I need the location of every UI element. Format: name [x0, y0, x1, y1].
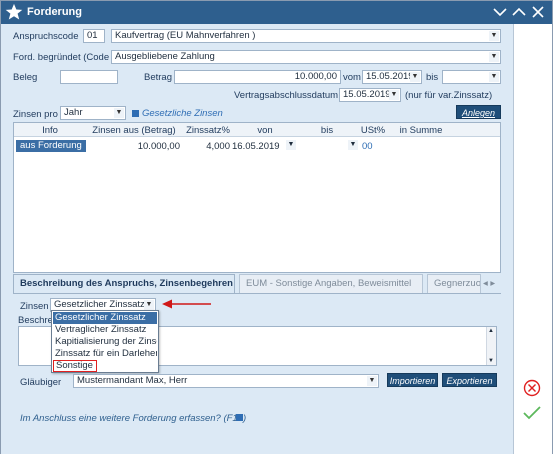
zinsen-label: Zinsen [20, 301, 49, 312]
window-title: Forderung [27, 6, 82, 18]
col-header-ust: USt% [360, 125, 386, 136]
option-vertraglicher-zinssatz[interactable]: Vertraglicher Zinssatz [53, 324, 157, 336]
scrollbar[interactable]: ▲ ▼ [486, 327, 496, 365]
vertragsabschluss-note: (nur für var.Zinssatz) [405, 90, 493, 101]
main-panel: Anspruchscode 01 Kaufvertrag (EU Mahnver… [1, 24, 513, 454]
chevron-down-icon[interactable]: ▼ [114, 108, 124, 118]
chevron-down-icon[interactable]: ▼ [489, 72, 499, 82]
footer-text: Im Anschluss eine weitere Forderung erfa… [20, 413, 247, 424]
arrow-left-icon [162, 299, 211, 309]
beleg-field[interactable] [60, 70, 118, 84]
anspruchscode-code-field[interactable]: 01 [83, 29, 105, 43]
cell-ust[interactable]: 00 [362, 141, 373, 152]
option-zinssatz-darlehen[interactable]: Zinssatz für ein Darlehen [53, 348, 157, 360]
glaeubiger-text: Mustermandant Max, Herr [77, 375, 188, 386]
tab-gegnerzuo[interactable]: Gegnerzuo [427, 274, 481, 293]
importieren-button[interactable]: Importieren [387, 373, 438, 387]
chevron-down-icon[interactable] [493, 5, 507, 19]
option-gesetzlicher-zinssatz[interactable]: Gesetzlicher Zinssatz [53, 312, 157, 324]
vertragsabschluss-date-text: 15.05.2019 [343, 89, 391, 100]
beschreibung-label: Beschrei [18, 315, 55, 326]
betrag-field[interactable]: 10.000,00 [174, 70, 341, 84]
ford-begruendet-text: Ausgebliebene Zahlung [115, 51, 215, 62]
zinsen-pro-text: Jahr [64, 107, 83, 118]
tab-eum[interactable]: EUM - Sonstige Angaben, Beweismittel [239, 274, 423, 293]
ford-begruendet-label: Ford. begründet (Code 2 [13, 52, 118, 63]
zinsen-dropdown-list: Gesetzlicher Zinssatz Vertraglicher Zins… [51, 310, 159, 373]
col-header-summe: in Summe [399, 125, 443, 136]
close-icon[interactable] [531, 5, 545, 19]
zinsen-pro-select[interactable]: Jahr ▼ [60, 106, 126, 120]
cancel-icon[interactable] [523, 379, 541, 397]
gesetzliche-zinsen-label: Gesetzliche Zinsen [142, 108, 223, 119]
title-bar: Forderung [1, 1, 552, 24]
chevron-up-icon[interactable] [512, 5, 526, 19]
col-header-betrag: Zinsen aus (Betrag) [92, 125, 176, 136]
glaeubiger-select[interactable]: Mustermandant Max, Herr ▼ [73, 374, 379, 388]
vom-date-field[interactable]: 15.05.2019 ▼ [362, 70, 422, 84]
gesetzliche-zinsen-checkbox[interactable] [132, 110, 139, 117]
zinsen-table: Info Zinsen aus (Betrag) Zinssatz% von b… [13, 122, 501, 273]
side-actions [513, 24, 552, 454]
anspruchscode-text: Kaufvertrag (EU Mahnverfahren ) [115, 30, 256, 41]
cell-betrag[interactable]: 10.000,00 [114, 141, 180, 152]
chevron-down-icon[interactable]: ▼ [389, 90, 399, 100]
tab-bar: Beschreibung des Anspruchs, Zinsenbegehr… [13, 274, 501, 294]
vom-date-text: 15.05.2019 [366, 71, 414, 82]
chevron-down-icon[interactable]: ▼ [410, 72, 420, 82]
chevron-down-icon[interactable]: ▼ [286, 140, 296, 150]
anspruchscode-select[interactable]: Kaufvertrag (EU Mahnverfahren ) ▼ [111, 29, 501, 43]
chevron-down-icon[interactable]: ▼ [144, 300, 154, 310]
bis-label: bis [426, 72, 439, 83]
option-sonstige[interactable]: Sonstige [53, 360, 97, 372]
anspruchscode-label: Anspruchscode [13, 31, 79, 42]
zinsen-pro-label: Zinsen pro [13, 109, 58, 120]
cell-zinssatz[interactable]: 4,000 [190, 141, 230, 152]
tab-beschreibung[interactable]: Beschreibung des Anspruchs, Zinsenbegehr… [13, 274, 235, 293]
glaeubiger-label: Gläubiger [20, 377, 62, 388]
vertragsabschluss-date-field[interactable]: 15.05.2019 ▼ [339, 88, 401, 102]
option-kapitialisierung[interactable]: Kapitialisierung der Zinsen [53, 336, 157, 348]
beleg-label: Beleg [13, 72, 38, 83]
col-header-info: Info [42, 125, 58, 136]
chevron-down-icon[interactable]: ▼ [489, 52, 499, 62]
star-icon [5, 3, 23, 20]
zinsen-select-text: Gesetzlicher Zinssatz [54, 299, 145, 310]
vertragsabschluss-label: Vertragsabschlussdatum [234, 90, 339, 101]
chevron-down-icon[interactable]: ▼ [488, 358, 494, 364]
col-header-von: von [257, 125, 273, 136]
checkmark-icon[interactable] [522, 405, 542, 421]
chevron-up-icon[interactable]: ▲ [488, 328, 494, 334]
table-header: Info Zinsen aus (Betrag) Zinssatz% von b… [14, 123, 500, 137]
tab-scroll-arrows[interactable]: ◂ ▸ [483, 278, 495, 289]
bis-date-field[interactable]: ▼ [442, 70, 501, 84]
anlegen-button[interactable]: Anlegen [456, 105, 501, 119]
chevron-down-icon[interactable]: ▼ [367, 376, 377, 386]
betrag-label: Betrag [144, 72, 172, 83]
col-header-bis: bis [320, 125, 334, 136]
weitere-forderung-checkbox[interactable] [236, 414, 243, 421]
chevron-down-icon[interactable]: ▼ [348, 140, 358, 150]
cell-von[interactable]: 16.05.2019 [232, 141, 280, 152]
vom-label: vom [343, 72, 361, 83]
chevron-down-icon[interactable]: ▼ [489, 31, 499, 41]
ford-begruendet-select[interactable]: Ausgebliebene Zahlung ▼ [111, 50, 501, 64]
forderung-dialog: Forderung Anspruchscode 01 Kaufvertrag (… [0, 0, 553, 454]
cell-info[interactable]: aus Forderung [16, 140, 86, 152]
exportieren-button[interactable]: Exportieren [442, 373, 497, 387]
col-header-zinssatz: Zinssatz% [186, 125, 230, 136]
